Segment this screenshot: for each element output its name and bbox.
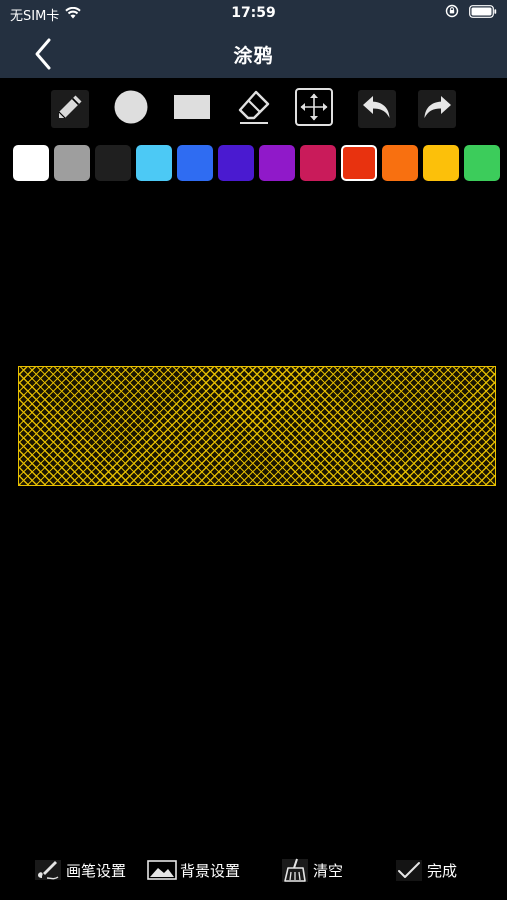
image-icon <box>147 856 177 884</box>
drawing-toolbar <box>0 88 507 130</box>
color-swatch-crimson[interactable] <box>300 145 336 181</box>
battery-icon <box>469 4 497 22</box>
pencil-tool[interactable] <box>51 90 89 128</box>
color-swatch-yellow[interactable] <box>423 145 459 181</box>
circle-icon <box>113 89 149 129</box>
eraser-icon <box>237 89 271 129</box>
page-title: 涂鸦 <box>233 45 274 67</box>
status-bar: 无SIM卡 17:59 <box>0 0 507 28</box>
undo-button[interactable] <box>358 90 396 128</box>
color-swatch-blue[interactable] <box>177 145 213 181</box>
color-swatch-orange[interactable] <box>382 145 418 181</box>
rectangle-icon <box>173 94 211 124</box>
status-right <box>445 4 497 22</box>
color-swatch-red[interactable] <box>341 145 377 181</box>
move-tool[interactable] <box>295 88 333 130</box>
clock: 17:59 <box>231 5 276 21</box>
background-settings-button[interactable]: 背景设置 <box>147 856 240 884</box>
color-swatch-white[interactable] <box>13 145 49 181</box>
brush-settings-button[interactable]: 画笔设置 <box>33 856 126 884</box>
color-swatch-light-blue[interactable] <box>136 145 172 181</box>
orientation-lock-icon <box>445 4 459 22</box>
pencil-icon <box>55 92 85 126</box>
bottom-bar: 画笔设置 背景设置 清空 完成 <box>0 852 507 888</box>
redo-icon <box>421 93 453 125</box>
color-swatch-gray[interactable] <box>54 145 90 181</box>
redo-button[interactable] <box>418 90 456 128</box>
brush-settings-label: 画笔设置 <box>66 861 127 880</box>
move-icon <box>295 88 333 130</box>
color-swatch-purple[interactable] <box>259 145 295 181</box>
background-settings-label: 背景设置 <box>180 861 241 880</box>
checkmark-icon <box>394 856 424 884</box>
clear-button[interactable]: 清空 <box>280 856 343 884</box>
nav-bar: 涂鸦 <box>0 28 507 78</box>
drawn-rectangle[interactable] <box>18 366 496 486</box>
undo-icon <box>361 93 393 125</box>
broom-icon <box>280 856 310 884</box>
eraser-tool[interactable] <box>235 90 273 128</box>
color-swatch-green[interactable] <box>464 145 500 181</box>
brush-settings-icon <box>33 856 63 884</box>
clear-label: 清空 <box>313 861 344 880</box>
rectangle-tool[interactable] <box>168 90 216 128</box>
color-swatch-indigo[interactable] <box>218 145 254 181</box>
color-palette <box>13 145 500 181</box>
drawing-canvas[interactable] <box>0 195 507 845</box>
done-button[interactable]: 完成 <box>394 856 457 884</box>
done-label: 完成 <box>427 861 458 880</box>
circle-tool[interactable] <box>112 90 150 128</box>
color-swatch-black[interactable] <box>95 145 131 181</box>
